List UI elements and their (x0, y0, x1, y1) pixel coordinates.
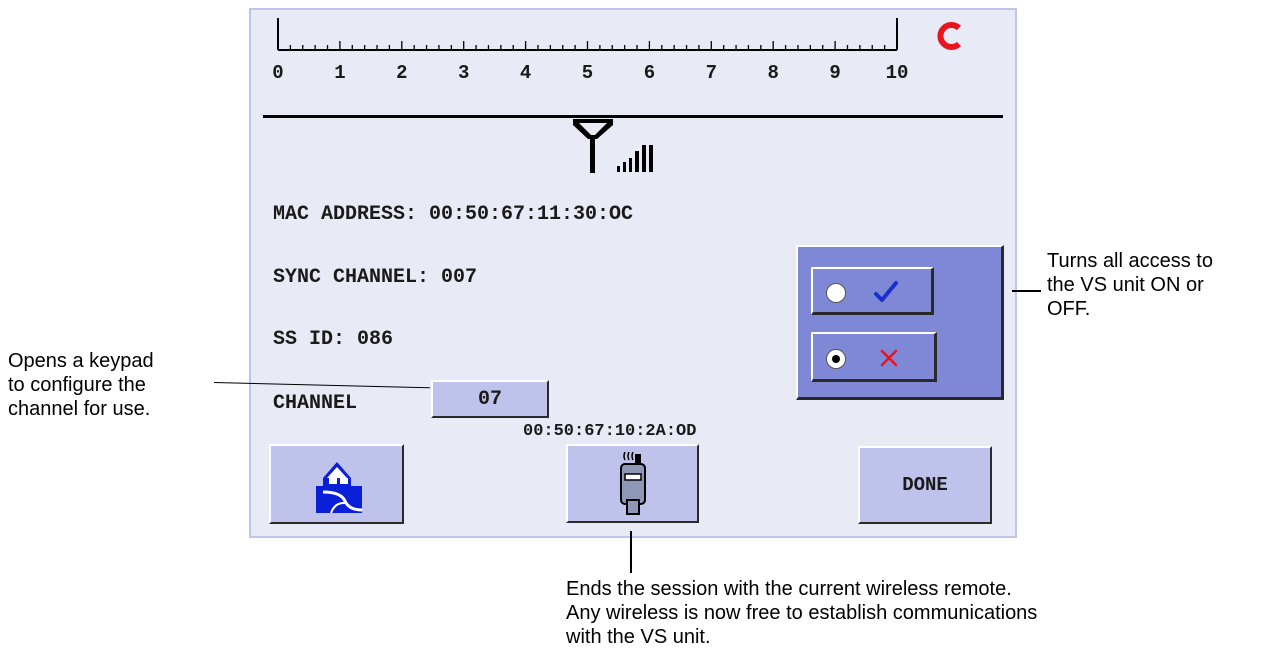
callout-line: Any wireless is now free to establish co… (566, 602, 1038, 624)
scale-tick-label: 10 (886, 62, 909, 84)
done-label: DONE (902, 474, 948, 496)
callout-line: Ends the session with the current wirele… (566, 578, 1012, 600)
scale-tick-label: 9 (829, 62, 840, 84)
channel-value: 07 (477, 387, 502, 411)
scale-tick-label: 6 (644, 62, 655, 84)
done-button[interactable]: DONE (858, 446, 992, 524)
access-toggle-leader-line (1012, 290, 1041, 292)
channel-label: CHANNEL (273, 392, 358, 415)
callout-line: Opens a keypad (8, 350, 154, 372)
access-on-button[interactable] (811, 267, 934, 315)
callout-line: the VS unit ON or (1047, 274, 1204, 296)
x-icon (877, 346, 901, 370)
wireless-remote-icon (613, 451, 653, 516)
checkmark-icon (871, 277, 901, 307)
ss-id-label: SS ID: 086 (273, 328, 394, 351)
scale-tick-label: 5 (582, 62, 593, 84)
access-on-radio[interactable] (826, 283, 846, 303)
scale-tick-label: 2 (396, 62, 407, 84)
callout-line: to configure the (8, 374, 146, 396)
signal-strength-scale: 0 1 2 3 4 5 6 7 8 9 10 (272, 18, 909, 84)
scale-tick-label: 4 (520, 62, 531, 84)
antenna-signal-icon (570, 117, 660, 177)
callout-line: OFF. (1047, 298, 1091, 320)
end-remote-session-button[interactable] (566, 444, 699, 523)
sync-channel-label: SYNC CHANNEL: 007 (273, 266, 478, 289)
channel-callout: Opens a keypad to configure the channel … (8, 349, 154, 421)
remote-mac-label: 00:50:67:10:2A:OD (523, 422, 697, 441)
scale-tick-label: 0 (272, 62, 283, 84)
callout-line: Turns all access to (1047, 250, 1213, 272)
channel-value-button[interactable]: 07 (431, 380, 549, 418)
remote-leader-line (630, 531, 632, 573)
scale-tick-label: 1 (334, 62, 345, 84)
callout-line: with the VS unit. (566, 626, 711, 648)
scale-tick-label: 7 (706, 62, 717, 84)
remote-session-callout: Ends the session with the current wirele… (566, 577, 1037, 649)
callout-line: channel for use. (8, 398, 151, 420)
mac-address-label: MAC ADDRESS: 00:50:67:11:30:OC (273, 203, 634, 226)
scale-tick-label: 3 (458, 62, 469, 84)
scale-tick-label: 8 (767, 62, 778, 84)
home-button[interactable] (269, 444, 404, 524)
access-off-button[interactable] (811, 332, 937, 382)
refresh-icon[interactable] (933, 18, 969, 54)
home-icon (311, 456, 367, 514)
radio-selected-dot (832, 355, 840, 363)
access-toggle-callout: Turns all access to the VS unit ON or OF… (1047, 249, 1213, 321)
access-off-radio[interactable] (826, 349, 846, 369)
